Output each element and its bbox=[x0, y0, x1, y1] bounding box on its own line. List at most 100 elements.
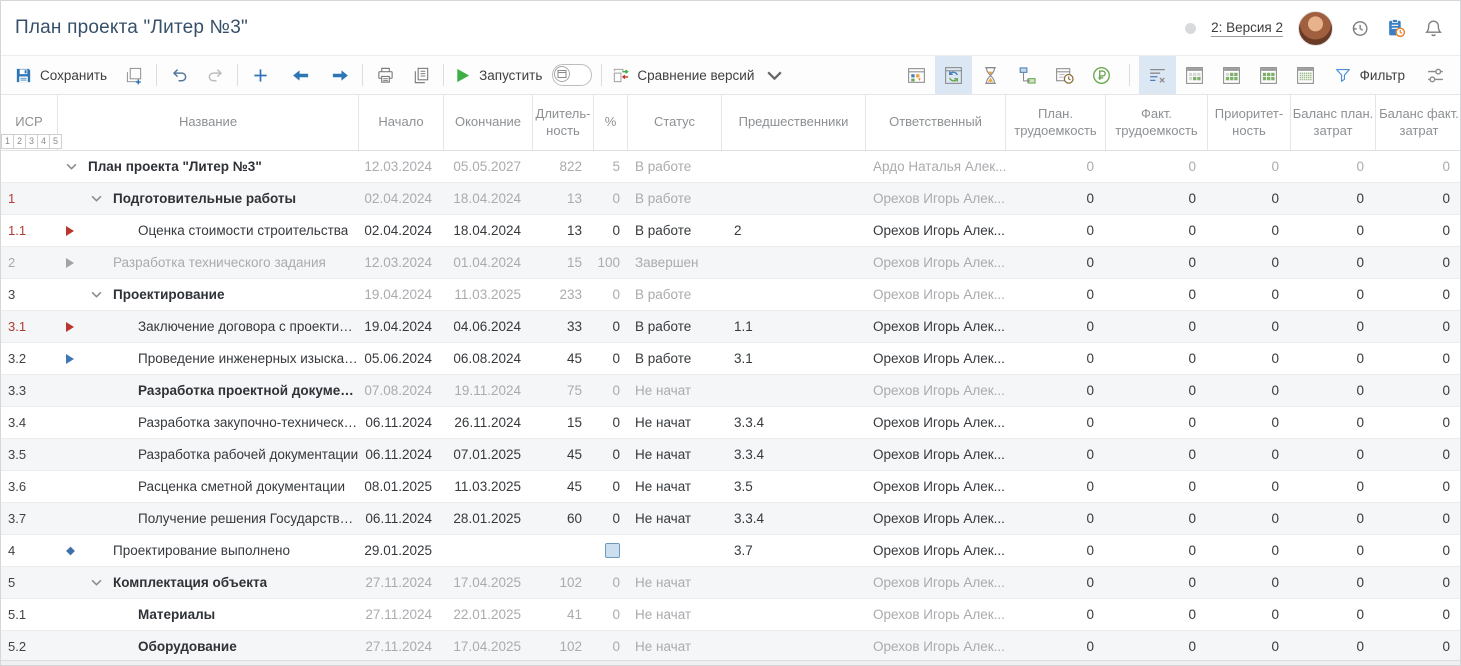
table-row[interactable]: 3.3Разработка проектной документац...07.… bbox=[1, 375, 1460, 407]
column-header-plan_labor[interactable]: План. трудоемкость bbox=[1006, 95, 1106, 150]
status: В работе bbox=[628, 183, 722, 214]
column-header-percent[interactable]: % bbox=[594, 95, 628, 150]
responsible: Орехов Игорь Алек... bbox=[866, 343, 1006, 374]
column-header-predecessors[interactable]: Предшественники bbox=[722, 95, 866, 150]
column-header-fact_labor[interactable]: Факт. трудоемкость bbox=[1106, 95, 1208, 150]
wbs-cell: 5 bbox=[1, 567, 58, 598]
status: Не начат bbox=[628, 375, 722, 406]
status: В работе bbox=[628, 279, 722, 310]
table-row[interactable]: 3.5Разработка рабочей документации06.11.… bbox=[1, 439, 1460, 471]
milestone-checkbox[interactable] bbox=[605, 543, 620, 558]
column-header-wbs[interactable]: ИСР12345 bbox=[1, 95, 58, 150]
column-header-balance_fact[interactable]: Баланс факт. затрат bbox=[1376, 95, 1461, 150]
start-date: 19.04.2024 bbox=[359, 279, 444, 310]
redo-icon bbox=[206, 66, 225, 85]
task-name: Оценка стоимости строительства bbox=[138, 223, 348, 238]
task-name-cell: Разработка рабочей документации bbox=[58, 439, 359, 470]
responsible: Орехов Игорь Алек... bbox=[866, 375, 1006, 406]
column-header-end[interactable]: Окончание bbox=[444, 95, 533, 150]
predecessors bbox=[722, 375, 866, 406]
task-name-cell: Проектирование выполнено bbox=[58, 535, 359, 566]
table-row[interactable]: 3.6Расценка сметной документации08.01.20… bbox=[1, 471, 1460, 503]
outdent-task-button[interactable] bbox=[287, 62, 313, 88]
indent-task-button[interactable] bbox=[327, 62, 353, 88]
version-select[interactable]: 2: Версия 2 bbox=[1211, 20, 1283, 37]
responsible: Орехов Игорь Алек... bbox=[866, 215, 1006, 246]
history-icon[interactable] bbox=[1348, 17, 1370, 39]
fact-labor: 0 bbox=[1106, 439, 1208, 470]
table-row[interactable]: 3.4Разработка закупочно-технической д...… bbox=[1, 407, 1460, 439]
table-row[interactable]: 4Проектирование выполнено29.01.20253.7Ор… bbox=[1, 535, 1460, 567]
tasks-clock-icon[interactable] bbox=[1385, 17, 1407, 39]
column-header-duration[interactable]: Длитель- ность bbox=[533, 95, 594, 150]
table-row[interactable]: 5.1Материалы27.11.202422.01.2025410Не на… bbox=[1, 599, 1460, 631]
run-mode-toggle[interactable] bbox=[552, 64, 592, 86]
start-date: 06.11.2024 bbox=[359, 503, 444, 534]
table-row[interactable]: 2Разработка технического задания12.03.20… bbox=[1, 247, 1460, 279]
duration: 41 bbox=[533, 599, 594, 630]
task-name: Разработка технического задания bbox=[113, 255, 326, 270]
table-row[interactable]: План проекта "Литер №3"12.03.202405.05.2… bbox=[1, 151, 1460, 183]
save-button[interactable]: Сохранить bbox=[14, 66, 107, 85]
calendar-scale-1-button[interactable] bbox=[1176, 56, 1213, 94]
horizontal-scrollbar[interactable] bbox=[1, 660, 1460, 665]
priority: 0 bbox=[1208, 535, 1291, 566]
chevron-down-icon[interactable] bbox=[89, 195, 113, 202]
column-header-status[interactable]: Статус bbox=[628, 95, 722, 150]
column-header-name[interactable]: Название bbox=[58, 95, 359, 150]
chevron-down-icon[interactable] bbox=[64, 163, 88, 170]
task-name: Комплектация объекта bbox=[113, 575, 267, 590]
plan-labor: 0 bbox=[1006, 567, 1106, 598]
duration: 45 bbox=[533, 439, 594, 470]
balance-fact: 0 bbox=[1376, 471, 1461, 502]
filter-button[interactable]: Фильтр bbox=[1334, 66, 1405, 84]
priority: 0 bbox=[1208, 279, 1291, 310]
refresh-window-button[interactable] bbox=[935, 56, 972, 94]
table-row[interactable]: 1.1Оценка стоимости строительства02.04.2… bbox=[1, 215, 1460, 247]
table-row[interactable]: 3Проектирование19.04.202411.03.20252330В… bbox=[1, 279, 1460, 311]
wbs-cell: 5.1 bbox=[1, 599, 58, 630]
notifications-bell-icon[interactable] bbox=[1422, 17, 1444, 39]
chevron-down-icon[interactable] bbox=[89, 291, 113, 298]
table-row[interactable]: 3.2Проведение инженерных изысканий05.06.… bbox=[1, 343, 1460, 375]
task-name-cell: Комплектация объекта bbox=[58, 567, 359, 598]
toggle-knob-icon bbox=[554, 66, 570, 82]
table-row[interactable]: 3.1Заключение договора с проектиров...19… bbox=[1, 311, 1460, 343]
compare-versions-button[interactable]: Сравнение версий bbox=[611, 66, 784, 85]
column-header-label: Начало bbox=[378, 114, 423, 131]
column-header-start[interactable]: Начало bbox=[359, 95, 444, 150]
add-task-button[interactable] bbox=[247, 62, 273, 88]
avatar[interactable] bbox=[1298, 11, 1333, 46]
calendar-scale-3-button[interactable] bbox=[1250, 56, 1287, 94]
predecessors: 2 bbox=[722, 215, 866, 246]
redo-button[interactable] bbox=[202, 62, 228, 88]
ruble-button[interactable] bbox=[1083, 56, 1120, 94]
run-button[interactable]: Запустить bbox=[453, 66, 542, 85]
view-settings-button[interactable] bbox=[1417, 56, 1454, 94]
task-name: План проекта "Литер №3" bbox=[88, 159, 262, 174]
status: Не начат bbox=[628, 439, 722, 470]
copy-button[interactable] bbox=[408, 62, 434, 88]
column-header-responsible[interactable]: Ответственный bbox=[866, 95, 1006, 150]
table-row[interactable]: 1Подготовительные работы02.04.202418.04.… bbox=[1, 183, 1460, 215]
chevron-down-icon[interactable] bbox=[89, 579, 113, 586]
refresh-window-icon bbox=[943, 65, 964, 86]
calendar-scale-2-button[interactable] bbox=[1213, 56, 1250, 94]
undo-button[interactable] bbox=[166, 62, 192, 88]
table-row[interactable]: 3.7Получение решения Государственно...06… bbox=[1, 503, 1460, 535]
wbs-cell: 3.6 bbox=[1, 471, 58, 502]
hourglass-button[interactable] bbox=[972, 56, 1009, 94]
column-header-balance_plan[interactable]: Баланс план. затрат bbox=[1291, 95, 1376, 150]
table-row[interactable]: 5.2Оборудование27.11.202417.04.20251020Н… bbox=[1, 631, 1460, 663]
dependencies-button[interactable] bbox=[1009, 56, 1046, 94]
window-clock-button[interactable] bbox=[1046, 56, 1083, 94]
resource-calendar-button[interactable] bbox=[898, 56, 935, 94]
table-row[interactable]: 5Комплектация объекта27.11.202417.04.202… bbox=[1, 567, 1460, 599]
column-header-priority[interactable]: Приоритет- ность bbox=[1208, 95, 1291, 150]
duplicate-plan-button[interactable] bbox=[121, 62, 147, 88]
percent-complete bbox=[594, 535, 628, 566]
wbs-level-buttons: 12345 bbox=[2, 134, 62, 149]
print-button[interactable] bbox=[372, 62, 398, 88]
hide-details-button[interactable] bbox=[1139, 56, 1176, 94]
calendar-scale-4-button[interactable] bbox=[1287, 56, 1324, 94]
